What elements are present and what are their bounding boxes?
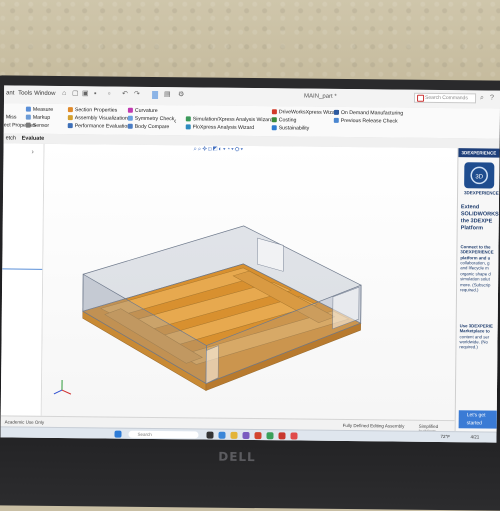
status-defined: Fully Defined Editing Assembly	[343, 423, 405, 429]
svg-text:3D: 3D	[475, 174, 483, 180]
heads-up-view-toolbar[interactable]: ⌕⌕✥⊡◩◐▾◔▾⛭▾	[193, 146, 244, 154]
options-icon[interactable]: ⚙	[178, 91, 185, 99]
panel-divider	[2, 268, 42, 269]
office-icon[interactable]	[254, 432, 261, 439]
search-icon[interactable]: ⌕	[480, 94, 487, 102]
curvature-icon	[128, 108, 133, 113]
undo-icon[interactable]: ↶	[122, 91, 129, 99]
floxpress-icon	[186, 124, 191, 129]
taskbar-weather[interactable]: 72°F	[440, 434, 450, 439]
cmd-body-compare[interactable]: Body Compare	[128, 124, 170, 130]
costing-icon	[272, 117, 277, 122]
new-icon[interactable]: ▢	[72, 90, 79, 98]
3dexperience-logo-icon: 3D	[464, 162, 494, 188]
measure-icon	[26, 107, 31, 112]
wall-cutout-front	[206, 346, 218, 384]
cmd-miss[interactable]: Miss	[6, 114, 17, 120]
status-academic: Academic Use Only	[5, 419, 45, 424]
body-compare-icon	[128, 124, 133, 129]
cmd-sustainability[interactable]: Sustainability	[272, 125, 310, 131]
markup-icon	[26, 115, 31, 120]
task-pane: 3DEXPERIENCE 3D 3DEXPERIENCE Extend SOLI…	[455, 148, 500, 431]
taskbar-search[interactable]: Search	[128, 431, 198, 439]
cmd-on-demand-manufacturing[interactable]: On Demand Manufacturing	[334, 110, 403, 117]
taskbar-clock[interactable]: 4/21	[470, 434, 479, 439]
cmd-measure[interactable]: Measure	[26, 107, 53, 113]
simulationxpress-icon	[186, 116, 191, 121]
teams-icon[interactable]	[242, 432, 249, 439]
select-icon[interactable]	[152, 91, 158, 99]
sensor-icon	[26, 123, 31, 128]
view-triad	[54, 380, 71, 394]
cmd-costing[interactable]: Costing	[272, 117, 297, 123]
model-view	[42, 144, 458, 420]
task-pane-paragraph-2: Use 3DEXPERIE Marketplace to content and…	[459, 323, 497, 350]
section-properties-icon	[68, 107, 73, 112]
sustainability-icon	[272, 125, 277, 130]
cmd-driveworksxpress[interactable]: DriveWorksXpress Wizard	[272, 109, 339, 116]
windows-start-icon[interactable]	[114, 431, 121, 438]
chevron-right-icon[interactable]: ›	[31, 149, 33, 156]
task-view-icon[interactable]	[206, 432, 213, 439]
help-icon[interactable]: ?	[490, 95, 497, 103]
cmd-sensor[interactable]: Sensor	[26, 123, 49, 129]
cmd-assembly-visualization[interactable]: Assembly Visualization	[68, 115, 128, 122]
cmd-previous-release-check[interactable]: Previous Release Check	[334, 118, 398, 125]
cmd-floxpress[interactable]: FloXpress Analysis Wizard	[186, 124, 254, 131]
print-icon[interactable]: ▫	[108, 91, 115, 99]
save-icon[interactable]: ▪	[94, 90, 101, 98]
symmetry-check-icon	[128, 116, 133, 121]
screen: ant Tools Window ⌂ ▢ ▣ ▪ ▫ ↶ ↷ ▤ ⚙ MAIN_…	[0, 85, 500, 442]
cmd-section-properties[interactable]: Section Properties	[68, 107, 117, 114]
redo-icon[interactable]: ↷	[134, 91, 141, 99]
open-icon[interactable]: ▣	[82, 90, 89, 98]
task-pane-paragraph-1: Connect to the 3DEXPERIENCE platform and…	[460, 244, 499, 293]
feature-manager-panel: ›	[1, 143, 45, 415]
task-pane-header: 3DEXPERIENCE	[458, 148, 500, 157]
menu-item-window[interactable]: Window	[34, 91, 55, 97]
menu-item-tools[interactable]: Tools	[18, 91, 32, 97]
dell-logo: DELL	[218, 450, 256, 464]
file-explorer-icon[interactable]	[230, 432, 237, 439]
cmd-simulationxpress[interactable]: Simulation/Xpress Analysis Wizard	[186, 116, 273, 123]
driveworksxpress-icon	[272, 109, 277, 114]
cmd-symmetry-check[interactable]: Symmetry Check	[128, 116, 175, 122]
chevron-left-icon[interactable]: ‹	[174, 116, 177, 125]
solidworks-icon[interactable]	[278, 432, 285, 439]
chrome-icon[interactable]	[266, 432, 273, 439]
cmd-curvature[interactable]: Curvature	[128, 108, 158, 114]
task-pane-brand: 3DEXPERIENCE	[464, 190, 499, 195]
cmd-markup[interactable]: Markup	[26, 115, 50, 121]
performance-evaluation-icon	[68, 123, 73, 128]
lets-get-started-button[interactable]: Let's get started	[459, 410, 499, 428]
previous-release-check-icon	[334, 118, 339, 123]
on-demand-manufacturing-icon	[334, 110, 339, 115]
document-title: MAIN_part *	[304, 94, 337, 100]
tab-evaluate[interactable]: Evaluate	[22, 136, 45, 142]
pin-icon[interactable]: ⌂	[62, 90, 69, 98]
laptop-bezel: ant Tools Window ⌂ ▢ ▣ ▪ ▫ ↶ ↷ ▤ ⚙ MAIN_…	[0, 75, 500, 510]
tab-sketch[interactable]: etch	[6, 135, 16, 141]
edge-icon[interactable]	[218, 432, 225, 439]
graphics-viewport[interactable]	[42, 144, 458, 420]
search-commands-input[interactable]: Search Commands	[414, 93, 476, 104]
task-pane-heading: Extend SOLIDWORKS the 3DEXPE Platform	[461, 204, 499, 232]
calendar-icon[interactable]	[290, 432, 297, 439]
assembly-visualization-icon	[68, 115, 73, 120]
rebuild-icon[interactable]: ▤	[164, 91, 171, 99]
cmd-performance-evaluation[interactable]: Performance Evaluation	[68, 123, 130, 130]
menu-item-insert[interactable]: ant	[6, 90, 14, 96]
